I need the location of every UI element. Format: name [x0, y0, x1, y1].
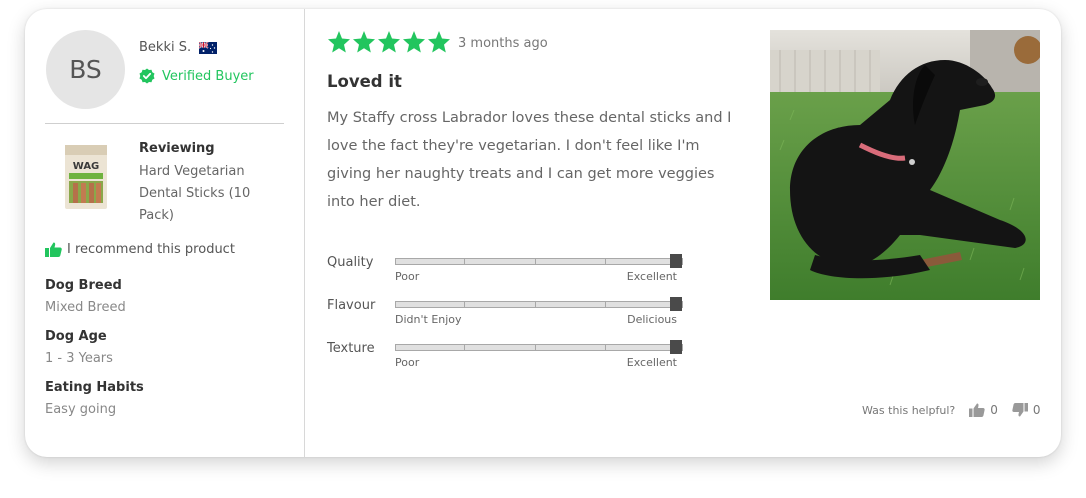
rating-track	[395, 254, 683, 268]
rating-max-label: Delicious	[627, 313, 677, 326]
rating-label: Texture	[327, 341, 375, 356]
rating-tick	[464, 258, 465, 265]
review-body: My Staffy cross Labrador loves these den…	[327, 110, 732, 210]
rating-tick	[605, 258, 606, 265]
rating-tick	[605, 344, 606, 351]
eating-habits-value: Easy going	[45, 402, 117, 417]
rating-tick	[605, 301, 606, 308]
divider	[45, 123, 284, 124]
helpful-no-button[interactable]: 0	[1012, 403, 1041, 417]
helpful-yes-button[interactable]: 0	[969, 403, 998, 417]
rating-thumb	[670, 254, 682, 268]
helpful-yes-count: 0	[990, 403, 998, 417]
rating-row-texture: Texture Poor Excellent	[327, 340, 687, 381]
reviewer-name-row: Bekki S.	[139, 40, 218, 55]
rating-label: Flavour	[327, 298, 376, 313]
recommend-row: I recommend this product	[45, 242, 235, 257]
star-icon	[428, 31, 450, 53]
rating-row-quality: Quality Poor Excellent	[327, 254, 687, 295]
avatar: BS	[46, 30, 125, 109]
reviewing-label: Reviewing	[139, 141, 215, 156]
review-card: BS Bekki S. Verified Buyer WAG Reviewing…	[25, 9, 1061, 457]
review-photo[interactable]	[770, 30, 1040, 300]
rating-tick	[464, 344, 465, 351]
rating-min-label: Didn't Enjoy	[395, 313, 462, 326]
thumbs-up-icon	[969, 403, 985, 417]
dog-breed-label: Dog Breed	[45, 278, 122, 293]
rating-min-label: Poor	[395, 356, 420, 369]
reviewer-name: Bekki S.	[139, 40, 192, 55]
rating-tick	[464, 301, 465, 308]
rating-tick	[535, 344, 536, 351]
dog-age-value: 1 - 3 Years	[45, 351, 113, 366]
star-icon	[328, 31, 350, 53]
review-title: Loved it	[327, 72, 402, 91]
rating-max-label: Excellent	[626, 356, 677, 369]
rating-min-label: Poor	[395, 270, 420, 283]
dog-age-label: Dog Age	[45, 329, 107, 344]
rating-track	[395, 340, 683, 354]
helpful-no-count: 0	[1032, 403, 1041, 417]
review-date: 3 months ago	[458, 36, 548, 51]
recommend-text: I recommend this product	[67, 242, 235, 257]
avatar-initials: BS	[69, 55, 102, 84]
star-icon	[353, 31, 375, 53]
star-rating	[327, 30, 451, 54]
thumbs-up-icon	[45, 242, 62, 257]
product-package-brand: WAG	[73, 161, 100, 172]
star-icon	[403, 31, 425, 53]
rating-thumb	[670, 340, 682, 354]
product-name-link[interactable]: Hard Vegetarian Dental Sticks (10 Pack)	[139, 161, 269, 227]
helpful-label: Was this helpful?	[862, 403, 956, 417]
rating-thumb	[670, 297, 682, 311]
verified-label: Verified Buyer	[162, 69, 254, 84]
rating-max-label: Excellent	[626, 270, 677, 283]
helpful-section: Was this helpful? 0 0	[862, 403, 1041, 417]
star-icon	[378, 31, 400, 53]
verified-check-icon	[139, 68, 155, 84]
rating-tick	[535, 258, 536, 265]
rating-label: Quality	[327, 255, 374, 270]
eating-habits-label: Eating Habits	[45, 380, 144, 395]
rating-row-flavour: Flavour Didn't Enjoy Delicious	[327, 297, 687, 338]
dog-photo-image	[770, 30, 1040, 300]
rating-track	[395, 297, 683, 311]
dog-breed-value: Mixed Breed	[45, 300, 126, 315]
rating-tick	[535, 301, 536, 308]
thumbs-down-icon	[1012, 403, 1028, 417]
australia-flag-icon	[199, 41, 218, 54]
verified-buyer-badge: Verified Buyer	[139, 68, 254, 85]
reviewer-panel: BS Bekki S. Verified Buyer WAG Reviewing…	[25, 9, 305, 457]
product-image[interactable]: WAG	[63, 143, 109, 211]
